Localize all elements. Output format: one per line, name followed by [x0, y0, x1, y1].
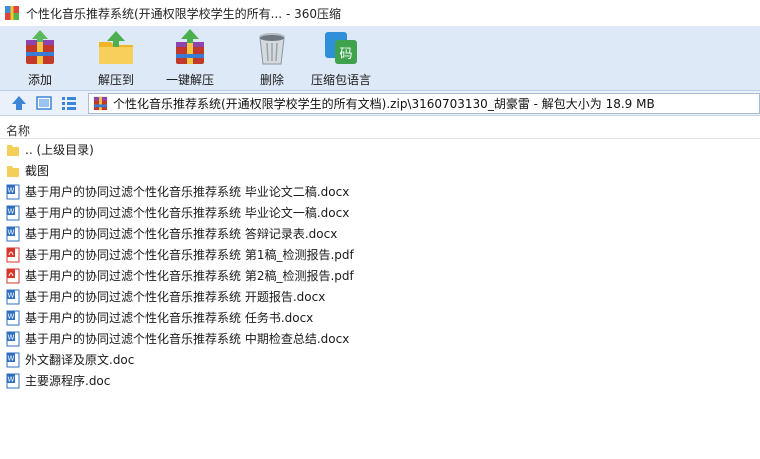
path-field[interactable]: 个性化音乐推荐系统(开通权限学校学生的所有文档).zip\3160703130_… [88, 93, 760, 114]
add-archive-icon [26, 30, 54, 64]
word-document-icon: W [6, 352, 20, 367]
file-name: 基于用户的协同过滤个性化音乐推荐系统 中期检查总结.docx [25, 332, 350, 346]
add-button[interactable]: 添加 [20, 28, 60, 88]
thumbnail-view-icon[interactable] [35, 94, 53, 112]
pdf-document-icon [6, 247, 20, 262]
list-item[interactable]: W 基于用户的协同过滤个性化音乐推荐系统 毕业论文二稿.docx [0, 181, 760, 202]
add-label: 添加 [27, 73, 52, 87]
delete-button[interactable]: 删除 [252, 28, 292, 88]
word-document-icon: W [6, 331, 20, 346]
svg-text:W: W [8, 354, 15, 362]
svg-text:W: W [8, 186, 15, 194]
name-column-header[interactable]: 名称 [6, 122, 30, 139]
folder-icon [7, 165, 19, 177]
list-item[interactable]: 基于用户的协同过滤个性化音乐推荐系统 第1稿_检测报告.pdf [0, 244, 760, 265]
window-title: 个性化音乐推荐系统(开通权限学校学生的所有... - 360压缩 [26, 6, 341, 21]
list-item[interactable]: .. (上级目录) [0, 139, 760, 160]
word-document-icon: W [6, 373, 20, 388]
list-item[interactable]: W 主要源程序.doc [0, 370, 760, 391]
one-click-extract-button[interactable]: 一键解压 [166, 28, 214, 88]
path-text: 个性化音乐推荐系统(开通权限学校学生的所有文档).zip\3160703130_… [113, 97, 655, 111]
list-item[interactable]: W 基于用户的协同过滤个性化音乐推荐系统 中期检查总结.docx [0, 328, 760, 349]
file-list-header: 名称 [0, 120, 760, 139]
file-name: 截图 [25, 164, 50, 178]
svg-text:W: W [8, 333, 15, 341]
list-item[interactable]: W 基于用户的协同过滤个性化音乐推荐系统 毕业论文一稿.docx [0, 202, 760, 223]
file-name: 基于用户的协同过滤个性化音乐推荐系统 第1稿_检测报告.pdf [25, 248, 354, 262]
svg-text:W: W [8, 207, 15, 215]
archive-encoding-button[interactable]: 码 压缩包语言 [311, 28, 371, 88]
up-arrow-icon[interactable] [10, 94, 28, 112]
one-click-extract-label: 一键解压 [166, 73, 215, 87]
file-list: .. (上级目录) 截图 W 基于用户的协同过滤个性化音乐推荐系统 毕业论文二稿… [0, 139, 760, 391]
svg-text:W: W [8, 375, 15, 383]
encoding-label: 压缩包语言 [311, 73, 372, 87]
file-name: 主要源程序.doc [25, 374, 111, 388]
file-name: 基于用户的协同过滤个性化音乐推荐系统 毕业论文一稿.docx [25, 206, 350, 220]
svg-text:W: W [8, 228, 15, 236]
file-name: 基于用户的协同过滤个性化音乐推荐系统 开题报告.docx [25, 290, 326, 304]
title-bar: 个性化音乐推荐系统(开通权限学校学生的所有... - 360压缩 [0, 0, 760, 26]
address-bar: 个性化音乐推荐系统(开通权限学校学生的所有文档).zip\3160703130_… [0, 91, 760, 116]
file-name: 外文翻译及原文.doc [25, 353, 135, 367]
delete-label: 删除 [259, 73, 284, 87]
word-document-icon: W [6, 205, 20, 220]
file-name: .. (上级目录) [25, 143, 94, 157]
one-click-extract-icon [176, 29, 204, 64]
word-document-icon: W [6, 226, 20, 241]
archive-icon [93, 96, 108, 111]
extract-to-button[interactable]: 解压到 [96, 28, 136, 88]
folder-icon [7, 144, 19, 156]
encoding-icon: 码 [325, 32, 357, 64]
list-item[interactable]: W 基于用户的协同过滤个性化音乐推荐系统 答辩记录表.docx [0, 223, 760, 244]
word-document-icon: W [6, 289, 20, 304]
list-item[interactable]: W 外文翻译及原文.doc [0, 349, 760, 370]
file-name: 基于用户的协同过滤个性化音乐推荐系统 任务书.docx [25, 311, 314, 325]
svg-text:W: W [8, 291, 15, 299]
trash-icon [259, 33, 285, 65]
word-document-icon: W [6, 310, 20, 325]
svg-text:码: 码 [339, 47, 352, 62]
list-item[interactable]: 基于用户的协同过滤个性化音乐推荐系统 第2稿_检测报告.pdf [0, 265, 760, 286]
pdf-document-icon [6, 268, 20, 283]
file-name: 基于用户的协同过滤个性化音乐推荐系统 毕业论文二稿.docx [25, 185, 350, 199]
archive-app-icon [5, 6, 19, 20]
file-name: 基于用户的协同过滤个性化音乐推荐系统 答辩记录表.docx [25, 227, 338, 241]
extract-to-label: 解压到 [97, 73, 134, 87]
file-name: 基于用户的协同过滤个性化音乐推荐系统 第2稿_检测报告.pdf [25, 269, 354, 283]
svg-text:W: W [8, 312, 15, 320]
list-item[interactable]: W 基于用户的协同过滤个性化音乐推荐系统 开题报告.docx [0, 286, 760, 307]
list-item[interactable]: W 基于用户的协同过滤个性化音乐推荐系统 任务书.docx [0, 307, 760, 328]
list-view-icon[interactable] [60, 94, 78, 112]
list-item[interactable]: 截图 [0, 160, 760, 181]
folder-extract-icon [99, 31, 133, 64]
toolbar: 添加 解压到 一键解压 删除 码 压缩包语言 [0, 26, 760, 91]
word-document-icon: W [6, 184, 20, 199]
